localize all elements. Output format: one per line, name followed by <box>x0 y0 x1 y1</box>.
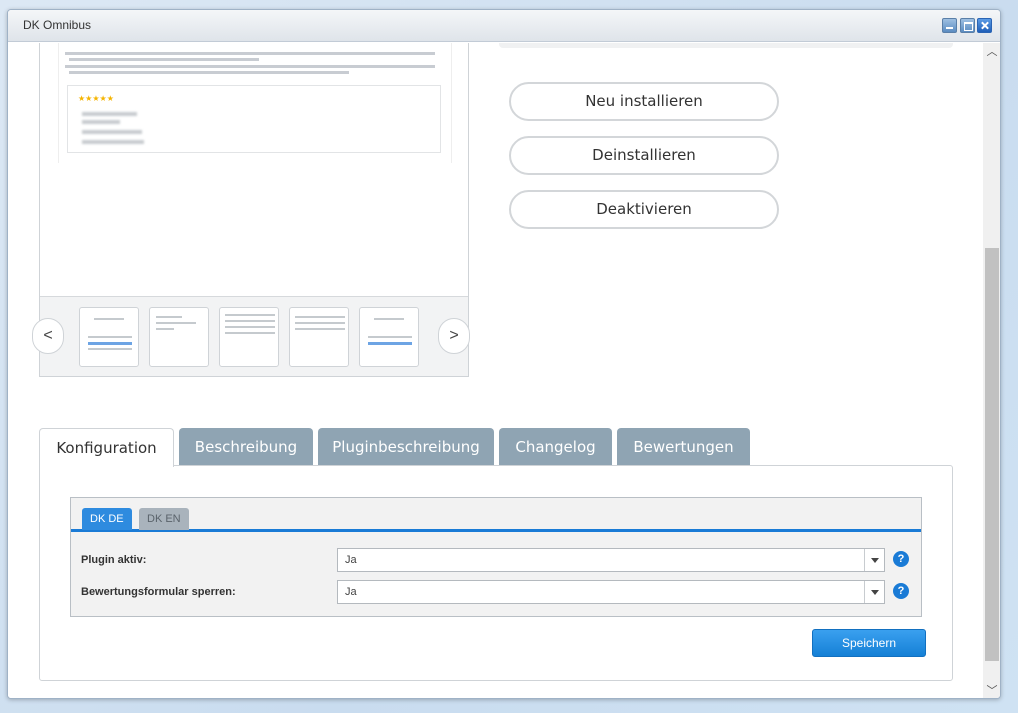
reinstall-button[interactable]: Neu installieren <box>509 82 779 121</box>
info-panel-edge <box>499 43 953 48</box>
vertical-scrollbar[interactable]: ︿ ﹀ <box>983 43 1000 698</box>
lock-review-form-select[interactable]: Ja <box>337 580 885 604</box>
minimize-icon[interactable] <box>942 18 957 33</box>
scroll-thumb[interactable] <box>985 248 999 661</box>
chevron-down-icon[interactable] <box>864 549 884 571</box>
tab-beschreibung[interactable]: Beschreibung <box>179 428 313 466</box>
config-form: DK DE DK EN Plugin aktiv: Ja ? Bewertung… <box>70 497 922 617</box>
maximize-icon[interactable] <box>960 18 975 33</box>
plugin-active-select[interactable]: Ja <box>337 548 885 572</box>
save-button[interactable]: Speichern <box>812 629 926 657</box>
tab-bewertungen[interactable]: Bewertungen <box>617 428 750 466</box>
tab-konfiguration[interactable]: Konfiguration <box>39 428 174 467</box>
lock-review-form-label: Bewertungsformular sperren: <box>81 586 236 598</box>
gallery-next-button[interactable]: > <box>438 318 470 354</box>
thumbnail[interactable] <box>79 307 139 367</box>
preview-screenshot: ★★★★★ <box>58 43 452 163</box>
title-bar[interactable]: DK Omnibus <box>8 10 1000 42</box>
review-preview-box: ★★★★★ <box>67 85 441 153</box>
thumbnail[interactable] <box>149 307 209 367</box>
deactivate-button[interactable]: Deaktivieren <box>509 190 779 229</box>
language-tabs: DK DE DK EN <box>71 498 921 532</box>
content-area: ★★★★★ < > Neu installieren Deinstalliere… <box>8 43 983 698</box>
tab-pluginbeschreibung[interactable]: Pluginbeschreibung <box>318 428 494 466</box>
plugin-preview: ★★★★★ < > <box>32 43 470 377</box>
lock-review-form-value: Ja <box>345 586 357 598</box>
gallery-prev-button[interactable]: < <box>32 318 64 354</box>
uninstall-button[interactable]: Deinstallieren <box>509 136 779 175</box>
thumbnail[interactable] <box>359 307 419 367</box>
plugin-active-label: Plugin aktiv: <box>81 554 147 566</box>
tab-dk-en[interactable]: DK EN <box>139 508 189 530</box>
help-icon[interactable]: ? <box>893 583 909 599</box>
chevron-down-icon[interactable] <box>864 581 884 603</box>
thumbnail[interactable] <box>289 307 349 367</box>
chevron-down-icon[interactable]: ﹀ <box>986 685 998 697</box>
thumbnail-strip: < > <box>32 296 470 376</box>
thumbnail[interactable] <box>219 307 279 367</box>
configuration-panel: DK DE DK EN Plugin aktiv: Ja ? Bewertung… <box>39 465 953 681</box>
rating-stars-icon: ★★★★★ <box>78 94 114 103</box>
window-title: DK Omnibus <box>23 18 92 32</box>
help-icon[interactable]: ? <box>893 551 909 567</box>
chevron-up-icon[interactable]: ︿ <box>986 46 998 58</box>
tab-changelog[interactable]: Changelog <box>499 428 612 466</box>
plugin-window: DK Omnibus ★★★★★ < > Neu installieren De… <box>7 9 1001 699</box>
close-icon[interactable] <box>977 18 992 33</box>
tab-dk-de[interactable]: DK DE <box>82 508 132 530</box>
plugin-active-value: Ja <box>345 554 357 566</box>
